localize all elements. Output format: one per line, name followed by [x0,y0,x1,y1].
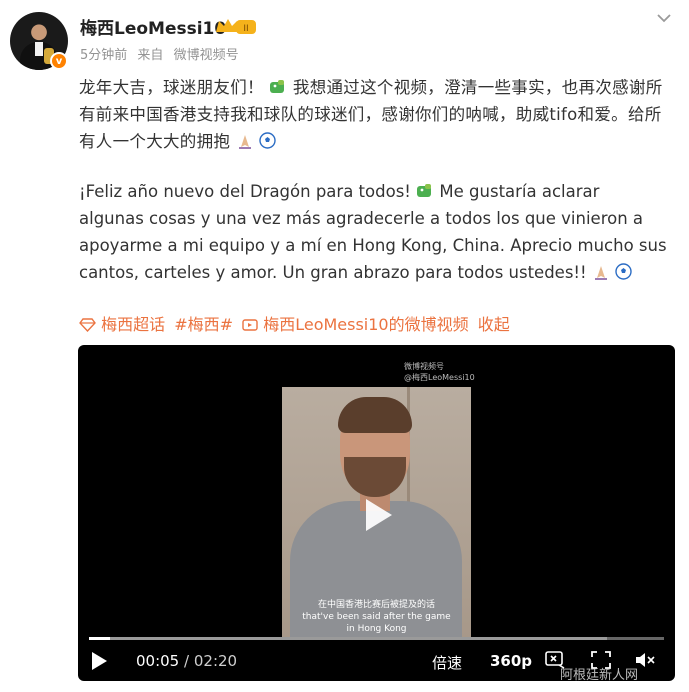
speed-button[interactable]: 倍速 [432,652,462,673]
praying-hands-emoji-icon [594,266,607,280]
topic-hashtag[interactable]: #梅西# [174,315,233,334]
progress-bar[interactable] [89,637,664,640]
vip-crown-icon[interactable]: II [214,16,258,36]
post-source[interactable]: 微博视频号 [174,48,239,63]
source-prefix: 来自 [137,48,164,63]
current-time: 00:05 [136,652,180,670]
chevron-down-icon[interactable] [654,8,674,28]
time-separator: / [184,652,190,670]
dragon-emoji-icon [270,80,285,93]
subtitle-en: that've been said after the game [302,612,451,622]
quality-button[interactable]: 360p [490,652,532,670]
soccer-ball-icon [615,263,632,280]
site-watermark: 阿根廷新人网 [560,668,639,683]
post-text-cn: 龙年大吉，球迷朋友们！ 我想通过这个视频，澄清一些事实，也再次感谢所有前来中国香… [79,74,669,155]
video-player[interactable]: 在中国香港比赛后被提及的话 that've been said after th… [78,345,675,681]
post-time[interactable]: 5分钟前 [80,48,127,63]
badge-level: II [243,24,248,34]
progress-buffered [89,637,607,640]
diamond-topic-icon [79,318,96,332]
topic-super[interactable]: 梅西超话 [101,315,165,334]
username[interactable]: 梅西LeoMessi10 [80,14,226,39]
subtitle-cn: 在中国香港比赛后被提及的话 [317,600,435,610]
video-link[interactable]: 梅西LeoMessi10的微博视频 [263,315,468,334]
post-meta: 5分钟前 来自 微博视频号 [80,44,245,63]
duration: 02:20 [193,652,238,670]
video-person-beard [344,457,406,497]
praying-hands-emoji-icon [238,135,251,149]
soccer-ball-icon [259,132,276,149]
watermark-line1: 微博视频号 [404,362,444,371]
post-text-cn-greeting: 龙年大吉，球迷朋友们！ [79,78,264,97]
subtitle-en-2: in Hong Kong [346,624,407,634]
play-icon[interactable] [90,651,108,671]
topic-links: 梅西超话 #梅西# 梅西LeoMessi10的微博视频 收起 [79,311,514,335]
play-overlay-icon[interactable] [356,495,396,535]
video-person-hair [338,397,412,433]
video-link-icon [242,319,258,331]
verified-badge-icon: v [50,52,68,70]
collapse-link[interactable]: 收起 [478,315,510,334]
video-watermark: 微博视频号 @梅西LeoMessi10 [404,361,475,383]
avatar-shirt [35,42,43,56]
watermark-line2: @梅西LeoMessi10 [404,373,475,382]
time-display: 00:05 / 02:20 [136,652,237,670]
video-subtitle: 在中国香港比赛后被提及的话 that've been said after th… [282,599,471,635]
progress-played [89,637,110,640]
dragon-emoji-icon [417,184,432,197]
post-text-es: ¡Feliz año nuevo del Dragón para todos! … [79,178,669,286]
post-text-es-greeting: ¡Feliz año nuevo del Dragón para todos! [79,182,411,201]
